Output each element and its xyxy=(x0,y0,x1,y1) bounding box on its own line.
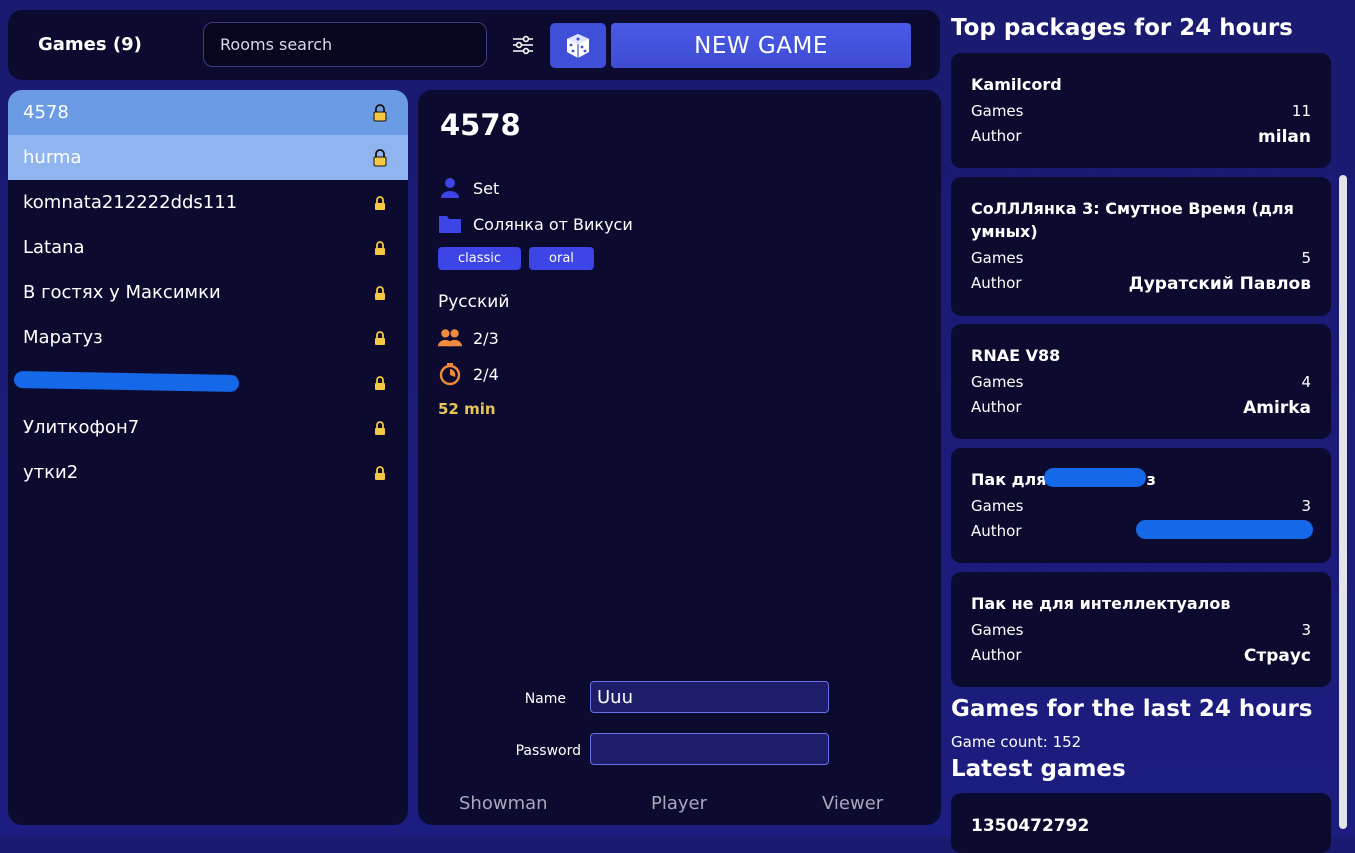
games-value: 3 xyxy=(1301,621,1311,639)
showman-button[interactable]: Showman xyxy=(459,793,548,814)
room-item[interactable] xyxy=(8,360,408,405)
package-card-name: Пак не для интеллектуалов xyxy=(971,594,1231,613)
room-item[interactable]: 4578 xyxy=(8,90,408,135)
room-item[interactable]: komnata212222dds111 xyxy=(8,180,408,225)
rounds-count: 2/4 xyxy=(473,364,499,384)
latest-game-name: 1350472792 xyxy=(971,816,1090,836)
room-details: 4578 Set Солянка от Викуси classic oral … xyxy=(418,90,941,825)
rounds-row: 2/4 xyxy=(438,362,499,386)
lock-icon xyxy=(375,240,385,255)
players-row: 2/3 xyxy=(438,326,499,350)
random-game-button[interactable] xyxy=(550,23,606,68)
author-value: Дуратский Павлов xyxy=(1128,274,1311,294)
room-item[interactable]: Маратуз xyxy=(8,315,408,360)
lock-icon xyxy=(375,195,385,210)
author-label: Author xyxy=(971,646,1022,664)
room-list: 4578 hurma komnata212222dds111 Latana В … xyxy=(8,90,408,825)
package-card[interactable]: RNAE V88 Games 4 Author Amirka xyxy=(951,324,1331,439)
game-count: Game count: 152 xyxy=(951,733,1082,751)
package-card-name: Kamilcord xyxy=(971,75,1062,94)
lock-icon xyxy=(373,103,387,121)
author-value: Amirka xyxy=(1243,398,1311,418)
games-value: 11 xyxy=(1291,102,1311,120)
room-name: Latana xyxy=(23,237,85,258)
host-row: Set xyxy=(438,176,499,200)
room-name: Улиткофон7 xyxy=(23,417,140,438)
room-item[interactable]: Latana xyxy=(8,225,408,270)
latest-game-card[interactable]: 1350472792 xyxy=(951,793,1331,853)
room-name: Маратуз xyxy=(23,327,103,348)
rooms-search-input[interactable] xyxy=(203,22,487,67)
sliders-icon xyxy=(513,35,533,55)
viewer-button[interactable]: Viewer xyxy=(822,793,883,814)
games-count-title: Games (9) xyxy=(38,34,142,55)
redaction-mark xyxy=(1044,468,1146,487)
games-value: 4 xyxy=(1301,373,1311,391)
dice-icon xyxy=(567,33,589,58)
scrollbar[interactable] xyxy=(1339,175,1347,829)
author-label: Author xyxy=(971,127,1022,145)
package-name: Солянка от Викуси xyxy=(473,214,633,234)
duration: 52 min xyxy=(438,400,496,418)
people-icon xyxy=(438,326,462,350)
room-name: 4578 xyxy=(23,102,69,123)
author-label: Author xyxy=(971,398,1022,416)
games-label: Games xyxy=(971,249,1024,267)
room-item[interactable]: hurma xyxy=(8,135,408,180)
host-name: Set xyxy=(473,178,500,198)
player-button[interactable]: Player xyxy=(651,793,707,814)
games-label: Games xyxy=(971,621,1024,639)
language: Русский xyxy=(438,292,510,312)
new-game-button[interactable]: NEW GAME xyxy=(611,23,911,68)
package-card[interactable]: Kamilcord Games 11 Author milan xyxy=(951,53,1331,168)
package-card-name: RNAE V88 xyxy=(971,346,1061,365)
filter-button[interactable] xyxy=(508,30,538,60)
tags: classic oral xyxy=(438,247,594,270)
top-bar: Games (9) NEW GAME xyxy=(8,10,940,80)
lock-icon xyxy=(375,420,385,435)
author-label: Author xyxy=(971,522,1022,540)
folder-icon xyxy=(438,212,462,236)
room-name: В гостях у Максимки xyxy=(23,282,221,303)
package-card[interactable]: Пак для з Games 3 Author xyxy=(951,448,1331,563)
lock-icon xyxy=(375,375,385,390)
author-value: Страус xyxy=(1243,646,1311,666)
room-item[interactable]: В гостях у Максимки xyxy=(8,270,408,315)
room-item[interactable]: утки2 xyxy=(8,450,408,495)
tag-oral: oral xyxy=(529,247,594,270)
redaction-mark xyxy=(1136,520,1313,539)
name-input[interactable] xyxy=(590,681,829,713)
games-value: 3 xyxy=(1301,497,1311,515)
games-label: Games xyxy=(971,373,1024,391)
name-label: Name xyxy=(524,691,566,707)
games-value: 5 xyxy=(1301,249,1311,267)
package-card[interactable]: Пак не для интеллектуалов Games 3 Author… xyxy=(951,572,1331,687)
room-item[interactable]: Улиткофон7 xyxy=(8,405,408,450)
redaction-mark xyxy=(13,371,240,392)
author-label: Author xyxy=(971,274,1022,292)
room-name: hurma xyxy=(23,147,82,168)
author-value: milan xyxy=(1258,127,1311,147)
package-card-name: СоЛЛЛянка 3: Смутное Время (для умных) xyxy=(971,199,1294,241)
latest-games-title: Latest games xyxy=(951,756,1126,782)
password-input[interactable] xyxy=(590,733,829,765)
package-row: Солянка от Викуси xyxy=(438,212,633,236)
room-name: komnata212222dds111 xyxy=(23,192,238,213)
top-packages-title: Top packages for 24 hours xyxy=(951,15,1293,41)
games-label: Games xyxy=(971,102,1024,120)
lock-icon xyxy=(375,465,385,480)
lock-icon xyxy=(373,148,387,166)
lock-icon xyxy=(375,330,385,345)
user-icon xyxy=(438,176,462,200)
stopwatch-icon xyxy=(438,362,462,386)
games-last-24-title: Games for the last 24 hours xyxy=(951,696,1313,722)
players-count: 2/3 xyxy=(473,328,499,348)
lock-icon xyxy=(375,285,385,300)
tag-classic: classic xyxy=(438,247,522,270)
room-name: утки2 xyxy=(23,462,79,483)
room-title: 4578 xyxy=(440,108,521,142)
password-label: Password xyxy=(515,743,581,759)
games-label: Games xyxy=(971,497,1024,515)
package-card[interactable]: СоЛЛЛянка 3: Смутное Время (для умных) G… xyxy=(951,177,1331,316)
